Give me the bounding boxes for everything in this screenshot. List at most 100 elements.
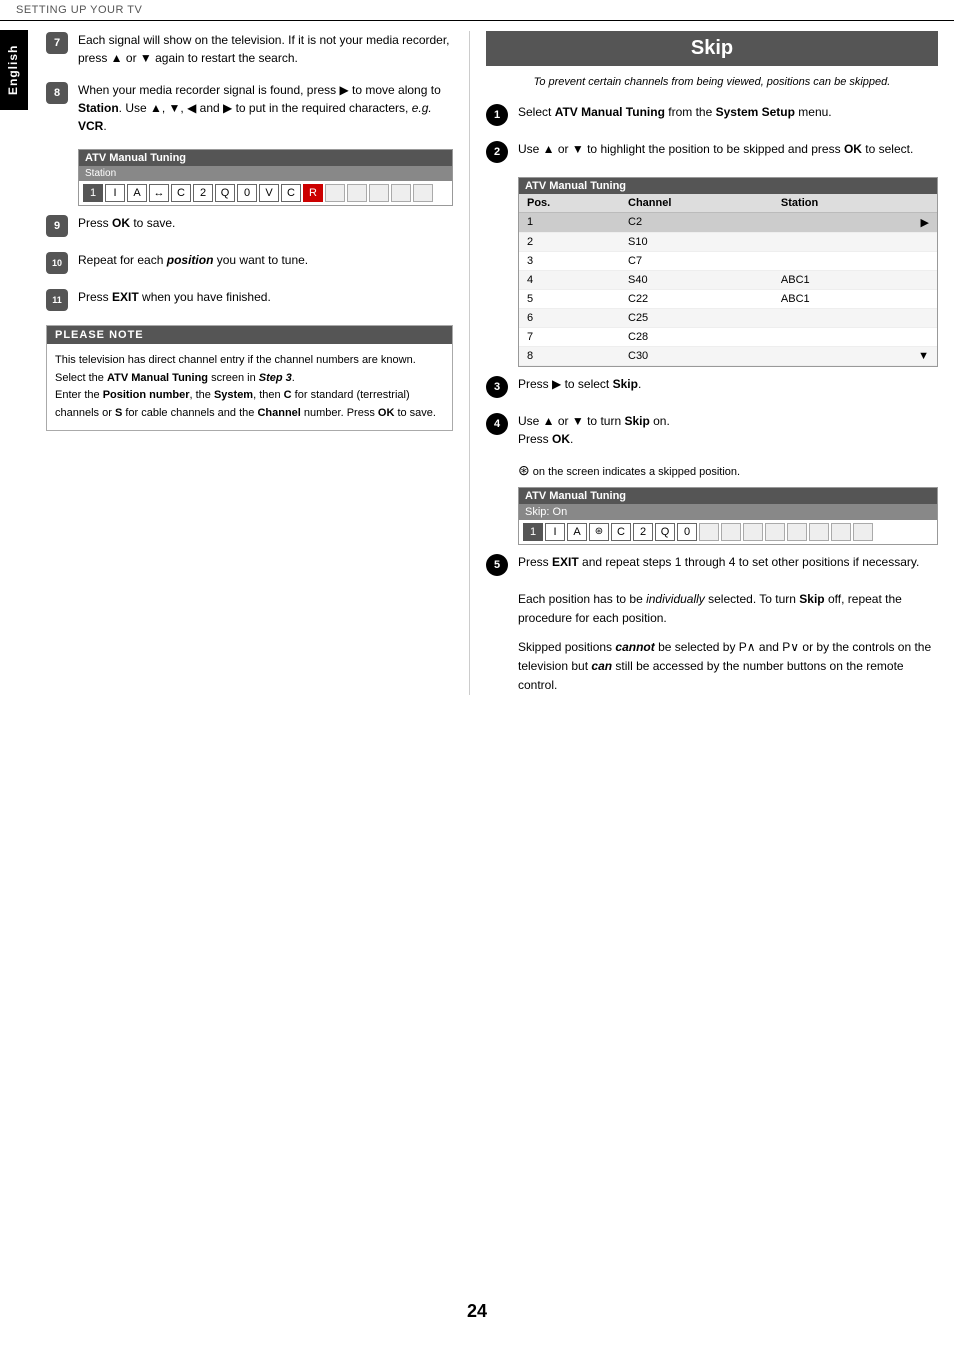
atv-cell: I: [545, 523, 565, 541]
row-channel: C30: [620, 346, 773, 365]
atv-cell: [765, 523, 785, 541]
atv-cell: R: [303, 184, 323, 202]
row-pos: 6: [519, 308, 620, 327]
atv-box-row: 1 I A ↔ C 2 Q 0 V C R: [79, 181, 452, 205]
atv-cell: [743, 523, 763, 541]
atv-cell: [413, 184, 433, 202]
atv-cell: A: [567, 523, 587, 541]
page-num-text: 24: [467, 1301, 487, 1321]
table-row: 1 C2 ▶: [519, 212, 937, 232]
step-num-10: 10: [46, 252, 68, 274]
skip-step-num-3: 3: [486, 376, 508, 398]
side-tab: English: [0, 30, 28, 110]
skip-on-title: ATV Manual Tuning: [519, 488, 937, 504]
row-pos: 7: [519, 327, 620, 346]
skip-on-box: ATV Manual Tuning Skip: On 1 I A ⊛ C 2 Q…: [518, 487, 938, 545]
col-arrow: [910, 194, 937, 213]
step-num-7: 7: [46, 32, 68, 54]
row-station: [773, 251, 910, 270]
page-number: 24: [0, 1281, 954, 1332]
atv-cell: [325, 184, 345, 202]
atv-cell: C: [171, 184, 191, 202]
skip-extra-para-2: Skipped positions cannot be selected by …: [518, 638, 938, 696]
atv-cell: 0: [237, 184, 257, 202]
skip-on-row: 1 I A ⊛ C 2 Q 0: [519, 520, 937, 544]
please-note-box: PLEASE NOTE This television has direct c…: [46, 325, 453, 431]
table-row: 2 S10: [519, 232, 937, 251]
skip-step-5-extra: Each position has to be individually sel…: [518, 590, 938, 696]
row-channel: C25: [620, 308, 773, 327]
table-row: 7 C28: [519, 327, 937, 346]
skip-step-num-4: 4: [486, 413, 508, 435]
atv-table: Pos. Channel Station 1 C2 ▶: [519, 194, 937, 366]
row-channel: C22: [620, 289, 773, 308]
skip-screen-note: ⊛ on the screen indicates a skipped posi…: [518, 462, 938, 479]
step-11-text: Press EXIT when you have finished.: [78, 288, 453, 306]
step-10: 10 Repeat for each position you want to …: [46, 251, 453, 274]
side-tab-label: English: [6, 45, 20, 95]
row-pos: 2: [519, 232, 620, 251]
top-bar-label: SETTING UP YOUR TV: [16, 4, 142, 16]
top-bar: SETTING UP YOUR TV: [0, 0, 954, 21]
right-column: Skip To prevent certain channels from be…: [470, 31, 954, 695]
col-pos: Pos.: [519, 194, 620, 213]
page-wrapper: SETTING UP YOUR TV English 7 Each signal…: [0, 0, 954, 1352]
row-station: [773, 327, 910, 346]
row-channel: C2: [620, 212, 773, 232]
atv-cell: [347, 184, 367, 202]
row-channel: C28: [620, 327, 773, 346]
table-row: 4 S40 ABC1: [519, 270, 937, 289]
atv-cell: [831, 523, 851, 541]
row-station: [773, 212, 910, 232]
atv-cell: ⊛: [589, 523, 609, 541]
atv-cell: Q: [215, 184, 235, 202]
skip-step-3: 3 Press ▶ to select Skip.: [486, 375, 938, 398]
skip-intro-text: To prevent certain channels from being v…: [534, 76, 891, 88]
row-station: [773, 232, 910, 251]
table-row: 3 C7: [519, 251, 937, 270]
atv-cell: 1: [83, 184, 103, 202]
skip-step-num-5: 5: [486, 554, 508, 576]
content-area: 7 Each signal will show on the televisio…: [30, 21, 954, 695]
atv-cell: [809, 523, 829, 541]
step-8: 8 When your media recorder signal is fou…: [46, 81, 453, 135]
row-arrow: ▶: [910, 212, 937, 232]
row-pos: 4: [519, 270, 620, 289]
table-row: 8 C30 ▼: [519, 346, 937, 365]
skip-intro: To prevent certain channels from being v…: [486, 74, 938, 91]
atv-cell: A: [127, 184, 147, 202]
atv-cell: 2: [633, 523, 653, 541]
skip-step-4: 4 Use ▲ or ▼ to turn Skip on.Press OK.: [486, 412, 938, 448]
atv-table-box: ATV Manual Tuning Pos. Channel Station 1: [518, 177, 938, 367]
row-station: [773, 308, 910, 327]
atv-cell: [853, 523, 873, 541]
step-num-9: 9: [46, 215, 68, 237]
atv-cell: Q: [655, 523, 675, 541]
row-station: ABC1: [773, 289, 910, 308]
row-pos: 1: [519, 212, 620, 232]
step-7-text: Each signal will show on the television.…: [78, 31, 453, 67]
step-9-text: Press OK to save.: [78, 214, 453, 232]
row-pos: 5: [519, 289, 620, 308]
left-column: 7 Each signal will show on the televisio…: [30, 31, 470, 695]
atv-cell: ↔: [149, 184, 169, 202]
atv-cell: 1: [523, 523, 543, 541]
atv-box-subtitle: Station: [79, 166, 452, 181]
row-pos: 8: [519, 346, 620, 365]
row-station: [773, 346, 910, 365]
skip-step-2: 2 Use ▲ or ▼ to highlight the position t…: [486, 140, 938, 163]
skip-step-1-text: Select ATV Manual Tuning from the System…: [518, 103, 938, 121]
table-row: 5 C22 ABC1: [519, 289, 937, 308]
step-7: 7 Each signal will show on the televisio…: [46, 31, 453, 67]
atv-cell: V: [259, 184, 279, 202]
please-note-body: This television has direct channel entry…: [47, 344, 452, 430]
atv-cell: [721, 523, 741, 541]
skip-step-3-text: Press ▶ to select Skip.: [518, 375, 938, 393]
step-9: 9 Press OK to save.: [46, 214, 453, 237]
skip-step-2-text: Use ▲ or ▼ to highlight the position to …: [518, 140, 938, 158]
atv-cell: [369, 184, 389, 202]
atv-cell: 0: [677, 523, 697, 541]
atv-table-title: ATV Manual Tuning: [519, 178, 937, 194]
atv-box-step8: ATV Manual Tuning Station 1 I A ↔ C 2 Q …: [78, 149, 453, 206]
skip-step-num-2: 2: [486, 141, 508, 163]
